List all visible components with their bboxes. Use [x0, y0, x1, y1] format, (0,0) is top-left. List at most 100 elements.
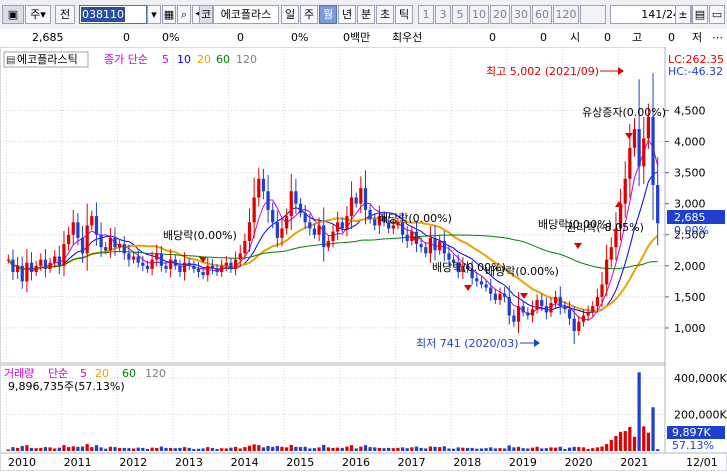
- volume-bar: [233, 446, 238, 451]
- bid-value: 0: [489, 31, 496, 44]
- volume-bar: [363, 445, 368, 451]
- volume-bar: [410, 447, 414, 451]
- volume-bar: [484, 448, 488, 451]
- candle-body: [605, 259, 609, 285]
- volume-title: 거래량: [4, 367, 34, 380]
- period-day[interactable]: 일: [281, 5, 299, 24]
- volume-bar: [377, 447, 382, 451]
- minute-3[interactable]: 3: [435, 5, 451, 24]
- candle-body: [29, 262, 34, 273]
- minute-120[interactable]: 120: [553, 5, 579, 24]
- volume-bar: [192, 448, 196, 451]
- chart-type-icon[interactable]: ▣: [2, 5, 24, 24]
- price-volume-chart[interactable]: 4,5004,0003,5003,0002,5002,0001,5001,000…: [0, 46, 727, 472]
- volume-bar: [201, 448, 205, 451]
- volume-bar: [447, 448, 451, 451]
- code-list-icon[interactable]: ▦: [162, 5, 176, 24]
- volume-bar: [229, 447, 233, 451]
- volume-bar: [530, 447, 535, 451]
- period-year[interactable]: 년: [338, 5, 356, 24]
- volume-bar: [544, 448, 548, 451]
- volume-bar: [43, 447, 48, 451]
- dividend-annotation-2019: 배당락(0.00%): [485, 265, 559, 278]
- candle-body: [215, 268, 219, 273]
- period-minute[interactable]: 분: [357, 5, 375, 24]
- candle-body: [145, 265, 150, 269]
- search-icon[interactable]: ⌕: [177, 5, 191, 24]
- volume-bar: [257, 445, 261, 451]
- volume-bar: [312, 448, 317, 451]
- minute-60[interactable]: 60: [532, 5, 552, 24]
- period-second[interactable]: 초: [376, 5, 394, 24]
- volume-bar: [6, 449, 10, 451]
- volume-bar: [400, 447, 405, 451]
- candle-body: [25, 262, 29, 282]
- candle-body: [20, 265, 24, 282]
- candle-body: [405, 234, 409, 241]
- plus-minus-icon[interactable]: ±: [675, 5, 691, 24]
- current-price-pct: 0.00%: [674, 224, 709, 237]
- candle-body: [637, 129, 641, 167]
- period-week[interactable]: 주: [300, 5, 318, 24]
- period-tick[interactable]: 틱: [395, 5, 413, 24]
- x-tick-label: 2013: [175, 456, 203, 469]
- volume-bar: [512, 447, 516, 451]
- volume-pct: 0%: [291, 31, 309, 44]
- volume-ma-60: 60: [122, 367, 136, 380]
- ma-60: 60: [216, 53, 230, 66]
- period-month[interactable]: 월: [319, 5, 337, 24]
- volume-bar: [516, 446, 521, 451]
- high-annotation: 최고 5,002 (2021/09): [486, 65, 599, 78]
- volume-bar: [280, 446, 284, 451]
- candle-body: [368, 209, 372, 220]
- volume-bar: [66, 447, 71, 451]
- volume-bar: [535, 446, 539, 451]
- current-price-axis: 2,685: [674, 211, 706, 224]
- window-icon[interactable]: ▭: [709, 5, 725, 24]
- volume-bar: [155, 447, 159, 451]
- grid-icon[interactable]: ▤: [692, 5, 708, 24]
- candle-body: [526, 312, 530, 316]
- volume-bar: [433, 446, 437, 451]
- candle-body: [164, 265, 168, 269]
- minute-5[interactable]: 5: [452, 5, 468, 24]
- volume-bar: [108, 446, 112, 451]
- candle-body: [210, 265, 215, 269]
- volume-bar: [502, 448, 507, 451]
- candle-body: [484, 284, 488, 288]
- minute-10[interactable]: 10: [469, 5, 489, 24]
- candle-body: [159, 253, 164, 266]
- high-label: 고: [632, 31, 643, 44]
- volume-bar: [577, 447, 581, 451]
- candle-body: [498, 293, 502, 300]
- trade-amount: 0백만: [343, 31, 371, 44]
- candle-body: [322, 225, 326, 248]
- minute-30[interactable]: 30: [511, 5, 531, 24]
- candle-body: [113, 237, 117, 248]
- more-icon[interactable]: ⋯: [712, 29, 723, 47]
- x-tick-label: 2016: [342, 456, 370, 469]
- code-dropdown-icon[interactable]: ▾: [147, 5, 161, 24]
- candle-body: [80, 237, 85, 254]
- volume-bar: [336, 447, 340, 451]
- custom-period-input[interactable]: [580, 5, 606, 24]
- market-select[interactable]: 주▾: [25, 5, 51, 24]
- stock-code-input[interactable]: 038110: [79, 5, 147, 24]
- candle-body: [127, 253, 131, 260]
- minute-1[interactable]: 1: [418, 5, 434, 24]
- price-change-pct: 0%: [162, 31, 180, 44]
- volume-bar: [196, 448, 201, 451]
- x-tick-label: 2015: [286, 456, 314, 469]
- volume-bar: [220, 448, 224, 451]
- candle-body: [206, 265, 210, 276]
- chart-area[interactable]: 4,500 4,000 3,500 3,000 2,500 2,000 1,500 1,000…: [0, 46, 727, 472]
- candle-body: [493, 293, 497, 300]
- volume-bar: [396, 447, 400, 451]
- minute-20[interactable]: 20: [490, 5, 510, 24]
- x-tick-label: 2021: [620, 456, 648, 469]
- candle-body: [34, 265, 38, 273]
- corp-tag[interactable]: 코: [199, 5, 213, 24]
- candle-body: [591, 306, 595, 313]
- all-button[interactable]: 전: [55, 5, 75, 24]
- candle-body: [122, 244, 126, 254]
